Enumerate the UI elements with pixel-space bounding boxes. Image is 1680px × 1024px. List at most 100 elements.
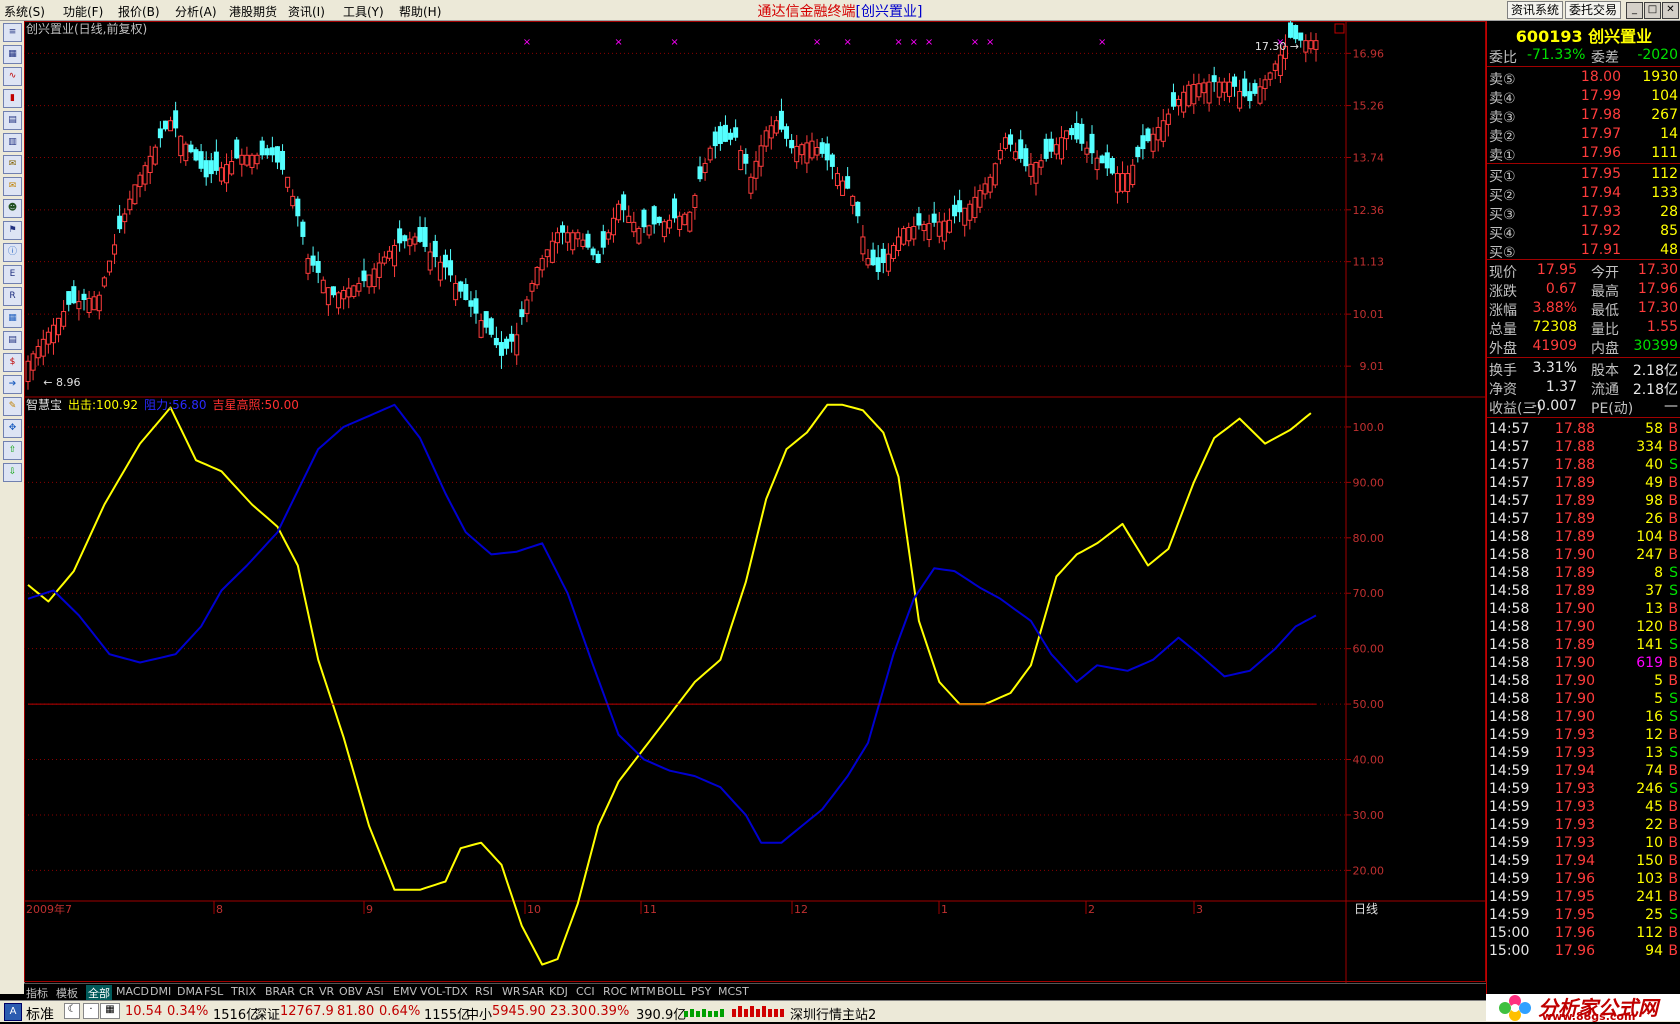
candle-body bbox=[1186, 84, 1192, 107]
tick-row: 14:59 17.93 12 B bbox=[1487, 727, 1680, 745]
dot-icon[interactable]: · bbox=[83, 1003, 99, 1019]
candle bbox=[972, 186, 978, 223]
mode-label[interactable]: 标准 bbox=[26, 1004, 54, 1024]
tab-voltdx[interactable]: VOL-TDX bbox=[420, 985, 468, 998]
tab-0[interactable]: 指标 bbox=[26, 985, 48, 1001]
candle bbox=[656, 216, 662, 226]
candle bbox=[448, 249, 454, 282]
candle bbox=[773, 116, 779, 137]
menu-item-1[interactable]: 功能(F) bbox=[63, 3, 103, 20]
tick-side: B bbox=[1668, 439, 1678, 455]
sell-volume: 14 bbox=[1660, 126, 1678, 142]
tick-volume: 247 bbox=[1636, 547, 1663, 563]
tab-rsi[interactable]: RSI bbox=[475, 985, 493, 998]
candle bbox=[56, 317, 62, 343]
candle bbox=[1257, 78, 1263, 106]
export-icon[interactable]: ➔ bbox=[3, 375, 22, 394]
menu-item-2[interactable]: 报价(B) bbox=[118, 3, 160, 20]
tab-trix[interactable]: TRIX bbox=[231, 985, 256, 998]
wb-row: 委比 -71.33% 委差 -2020 bbox=[1487, 46, 1680, 66]
candle-body bbox=[748, 176, 754, 194]
candle-body bbox=[239, 154, 245, 165]
news-icon[interactable]: ✉ bbox=[3, 155, 22, 174]
calc-icon[interactable]: ▤ bbox=[3, 331, 22, 350]
chart-area[interactable]: 16.96 15.26 13.74 12.36 11.13 10.01 9.01 × × × × × ×… bbox=[24, 21, 1486, 983]
etf-icon[interactable]: E bbox=[3, 265, 22, 284]
minimize-button[interactable]: _ bbox=[1626, 2, 1643, 19]
rsi-icon[interactable]: R bbox=[3, 287, 22, 306]
candle-body bbox=[997, 150, 1003, 160]
candle-body bbox=[957, 200, 963, 213]
tab-wr[interactable]: WR bbox=[502, 985, 521, 998]
tab-vr[interactable]: VR bbox=[319, 985, 334, 998]
menu-item-7[interactable]: 帮助(H) bbox=[399, 3, 441, 20]
line-chart-icon[interactable]: ∿ bbox=[3, 67, 22, 86]
tab-asi[interactable]: ASI bbox=[366, 985, 384, 998]
money-icon[interactable]: $ bbox=[3, 353, 22, 372]
menu-item-5[interactable]: 资讯(I) bbox=[288, 3, 325, 20]
candle-body bbox=[1114, 173, 1120, 193]
top-button-1[interactable]: 委托交易 bbox=[1565, 1, 1622, 19]
tab-emv[interactable]: EMV bbox=[393, 985, 417, 998]
candle bbox=[427, 242, 433, 275]
tech-icon[interactable]: ▦ bbox=[3, 309, 22, 328]
top-button-0[interactable]: 资讯系统 bbox=[1507, 1, 1564, 19]
menu-item-4[interactable]: 港股期货 bbox=[229, 3, 277, 20]
pen-icon[interactable]: ✎ bbox=[3, 397, 22, 416]
tick-side: S bbox=[1669, 637, 1678, 653]
tab-psy[interactable]: PSY bbox=[691, 985, 711, 998]
tab-roc[interactable]: ROC bbox=[603, 985, 627, 998]
tick-time: 14:58 bbox=[1489, 529, 1530, 545]
menu-item-0[interactable]: 系统(S) bbox=[4, 3, 45, 20]
tab-sar[interactable]: SAR bbox=[522, 985, 544, 998]
table-icon[interactable]: ▤ bbox=[3, 111, 22, 130]
mail-icon[interactable]: ✉ bbox=[3, 177, 22, 196]
people-icon[interactable]: ☻ bbox=[3, 199, 22, 218]
candle bbox=[66, 291, 72, 312]
tab-macd[interactable]: MACD bbox=[116, 985, 149, 998]
move-icon[interactable]: ✥ bbox=[3, 419, 22, 438]
price-tick-label: 10.01 bbox=[1353, 308, 1385, 321]
fund-icon[interactable]: ⚑ bbox=[3, 221, 22, 240]
tab-1[interactable]: 模板 bbox=[56, 985, 78, 1001]
menu-item-3[interactable]: 分析(A) bbox=[175, 3, 217, 20]
maximize-button[interactable]: □ bbox=[1644, 2, 1661, 19]
candle-body bbox=[524, 299, 530, 314]
close-button[interactable]: ✕ bbox=[1662, 2, 1679, 19]
candle-body bbox=[539, 258, 545, 271]
candle-body bbox=[249, 154, 255, 168]
list-icon[interactable]: ≡ bbox=[3, 23, 22, 42]
tick-side: B bbox=[1668, 763, 1678, 779]
quote-label: 涨幅 bbox=[1489, 303, 1517, 319]
tick-time: 14:58 bbox=[1489, 565, 1530, 581]
up-arrow-icon[interactable]: ⇧ bbox=[3, 441, 22, 460]
tab-obv[interactable]: OBV bbox=[339, 985, 362, 998]
tab-dma[interactable]: DMA bbox=[177, 985, 203, 998]
candle bbox=[325, 287, 331, 316]
sz-label[interactable]: 深证 bbox=[254, 1004, 280, 1023]
candle-body bbox=[926, 223, 932, 241]
info-icon[interactable]: ⓘ bbox=[3, 243, 22, 262]
tab-kdj[interactable]: KDJ bbox=[549, 985, 568, 998]
tab-boll[interactable]: BOLL bbox=[657, 985, 685, 998]
tab-mcst[interactable]: MCST bbox=[718, 985, 749, 998]
keyboard-icon[interactable]: ▦ bbox=[100, 1003, 120, 1019]
expand-icon[interactable] bbox=[1334, 23, 1345, 34]
tab-cci[interactable]: CCI bbox=[576, 985, 595, 998]
moon-icon[interactable]: ☾ bbox=[64, 1003, 80, 1019]
menu-item-6[interactable]: 工具(Y) bbox=[343, 3, 384, 20]
tab-fsl[interactable]: FSL bbox=[204, 985, 223, 998]
server-label[interactable]: 深圳行情主站2 bbox=[790, 1004, 876, 1023]
tab-cr[interactable]: CR bbox=[299, 985, 314, 998]
tab-2[interactable]: 全部 bbox=[86, 985, 112, 1001]
tab-mtm[interactable]: MTM bbox=[630, 985, 656, 998]
report-icon[interactable]: ▥ bbox=[3, 133, 22, 152]
grid-icon[interactable]: ▦ bbox=[3, 45, 22, 64]
down-arrow-icon[interactable]: ⇩ bbox=[3, 463, 22, 482]
tab-dmi[interactable]: DMI bbox=[150, 985, 171, 998]
period-label[interactable]: 日线 bbox=[1354, 902, 1378, 916]
candle bbox=[1013, 142, 1019, 161]
zx-label[interactable]: 中小 bbox=[466, 1004, 492, 1023]
tab-brar[interactable]: BRAR bbox=[265, 985, 295, 998]
bar-chart-icon[interactable]: ▮ bbox=[3, 89, 22, 108]
